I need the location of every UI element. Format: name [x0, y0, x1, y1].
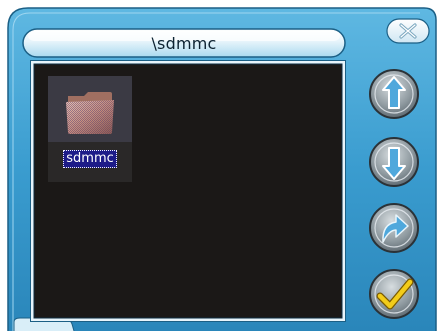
file-browser-window: \sdmmc sdmmc [0, 0, 441, 331]
close-button[interactable] [386, 18, 430, 44]
folder-name: sdmmc [63, 150, 117, 168]
path-title: \sdmmc [151, 33, 217, 53]
confirm-button[interactable] [368, 268, 420, 320]
back-button[interactable] [368, 202, 420, 254]
up-button[interactable] [368, 68, 420, 120]
folder-label: sdmmc [58, 149, 122, 169]
folder-icon [66, 92, 114, 134]
down-button[interactable] [368, 136, 420, 188]
